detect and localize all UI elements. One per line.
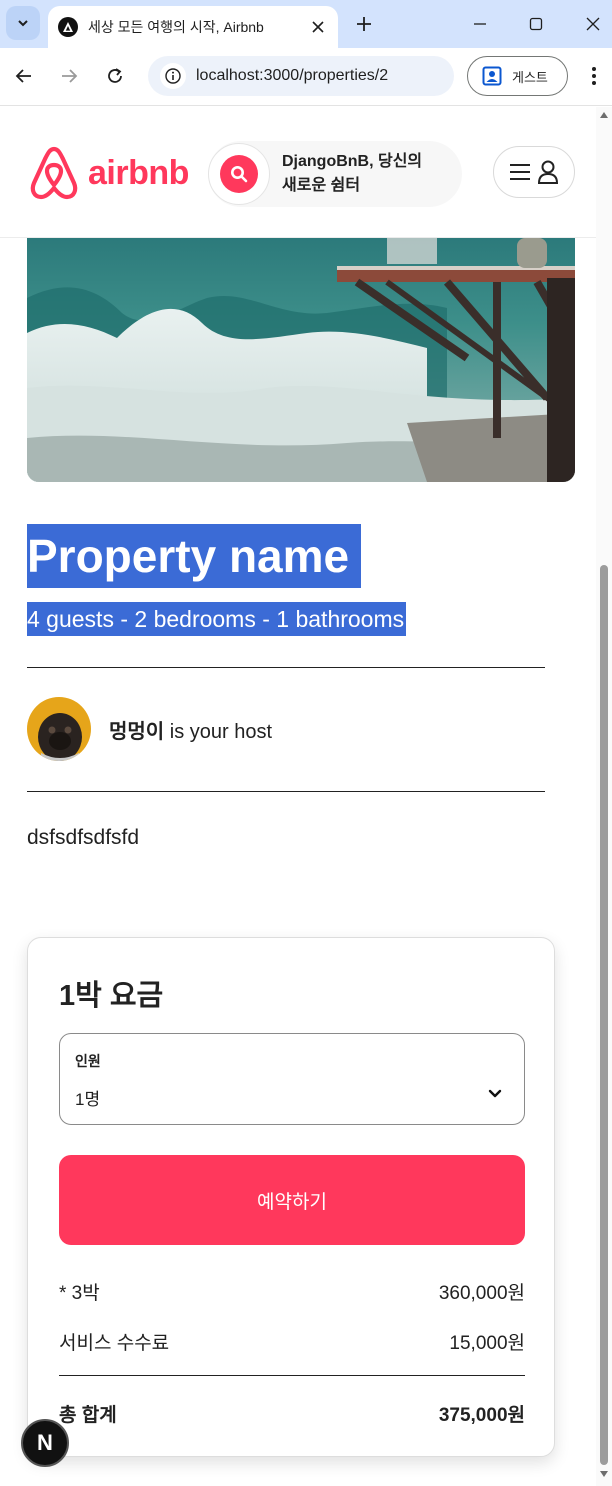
favicon-icon — [58, 17, 78, 37]
total-label: 총 합계 — [59, 1405, 117, 1426]
maximize-icon — [529, 17, 543, 31]
tab-search-button[interactable] — [6, 6, 40, 40]
property-name: Property name — [27, 524, 362, 588]
tab-title: 세상 모든 여행의 시작, Airbnb — [88, 19, 264, 35]
hamburger-icon — [510, 164, 530, 180]
divider — [27, 791, 545, 792]
profile-label: 게스트 — [512, 69, 548, 85]
search-icon — [231, 166, 248, 183]
service-fee-row: 서비스 수수료 15,000원 — [59, 1328, 525, 1355]
total-row: 총 합계 375,000원 — [59, 1400, 525, 1427]
service-fee-label: 서비스 수수료 — [59, 1333, 170, 1354]
airbnb-logo-icon — [30, 146, 78, 200]
guests-label: 인원 — [75, 1053, 101, 1069]
nights-row: * 3박 360,000원 — [59, 1278, 525, 1305]
maximize-button[interactable] — [522, 10, 550, 38]
property-image — [27, 238, 575, 482]
reload-button[interactable] — [100, 61, 130, 91]
host-row: 멍멍이 is your host — [27, 697, 272, 761]
user-icon — [537, 160, 559, 184]
close-icon — [586, 17, 600, 31]
chevron-down-icon — [18, 20, 28, 27]
reload-icon — [108, 68, 122, 83]
property-specs: 4 guests - 2 bedrooms - 1 bathrooms — [27, 602, 407, 636]
reserve-button[interactable]: 예약하기 — [59, 1155, 525, 1245]
browser-tab-bar: 세상 모든 여행의 시작, Airbnb — [0, 0, 612, 48]
guests-select[interactable]: 인원 1명 — [59, 1033, 525, 1125]
total-price: 375,000원 — [438, 1405, 525, 1426]
service-fee-price: 15,000원 — [449, 1333, 525, 1354]
nextjs-dev-badge[interactable]: N — [21, 1419, 69, 1467]
airbnb-logo[interactable]: airbnb — [28, 145, 189, 201]
guests-value: 1명 — [75, 1090, 101, 1109]
scroll-down-icon[interactable] — [600, 1470, 608, 1478]
chevron-down-icon — [488, 1089, 502, 1098]
forward-button[interactable] — [54, 61, 84, 91]
back-button[interactable] — [9, 61, 39, 91]
logo-text: airbnb — [88, 153, 189, 192]
host-suffix: is your host — [164, 720, 273, 743]
nightly-price-title: 1박 요금 — [59, 980, 164, 1012]
plus-icon — [357, 17, 371, 31]
tagline-line2: 새로운 쉼터 — [282, 177, 361, 194]
scroll-up-icon[interactable] — [600, 111, 608, 119]
search-button[interactable] — [220, 155, 258, 193]
minimize-icon — [474, 23, 486, 25]
nights-label: * 3박 — [59, 1283, 100, 1304]
browser-tab[interactable]: 세상 모든 여행의 시작, Airbnb — [48, 6, 338, 48]
tagline-line1: DjangoBnB, 당신의 — [282, 153, 423, 170]
browser-toolbar: localhost:3000/properties/2 게스트 — [0, 48, 612, 106]
header-tagline: DjangoBnB, 당신의 새로운 쉼터 — [282, 150, 450, 198]
nights-price: 360,000원 — [438, 1283, 525, 1304]
divider — [59, 1375, 525, 1376]
host-avatar[interactable] — [27, 697, 91, 761]
profile-button[interactable]: 게스트 — [467, 56, 568, 96]
arrow-left-icon — [15, 69, 31, 83]
scrollbar-thumb[interactable] — [600, 565, 608, 1465]
search-button-wrap — [208, 143, 270, 205]
address-bar[interactable]: localhost:3000/properties/2 — [148, 56, 454, 96]
more-vertical-icon — [592, 67, 596, 85]
search-bar[interactable]: DjangoBnB, 당신의 새로운 쉼터 — [208, 141, 462, 207]
profile-icon — [482, 66, 502, 86]
divider — [27, 667, 545, 668]
new-tab-button[interactable] — [350, 10, 378, 38]
url-text: localhost:3000/properties/2 — [196, 67, 389, 84]
browser-menu-button[interactable] — [580, 62, 608, 90]
minimize-button[interactable] — [466, 10, 494, 38]
booking-card: 1박 요금 인원 1명 예약하기 * 3박 360,000원 서비스 수수료 1… — [27, 937, 555, 1457]
site-header: airbnb DjangoBnB, 당신의 새로운 쉼터 — [0, 107, 612, 238]
window-close-button[interactable] — [579, 10, 607, 38]
info-icon[interactable] — [160, 63, 186, 89]
user-menu-button[interactable] — [493, 146, 575, 198]
property-description: dsfsdfsdfsfd — [27, 826, 140, 849]
host-text: 멍멍이 is your host — [109, 715, 272, 744]
arrow-right-icon — [62, 69, 78, 83]
tab-close-icon[interactable] — [308, 17, 328, 37]
host-name: 멍멍이 — [109, 720, 165, 743]
